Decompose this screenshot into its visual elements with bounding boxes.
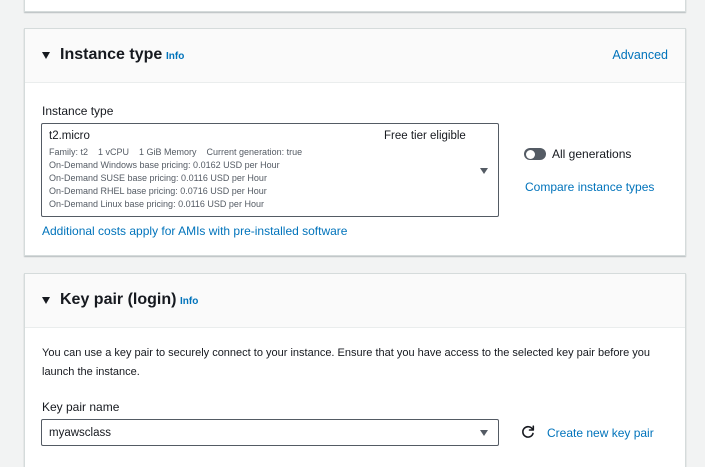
key-pair-panel: Key pair (login) Info You can use a key … bbox=[24, 273, 686, 467]
instance-type-field-label: Instance type bbox=[42, 104, 114, 118]
triangle-down-icon[interactable] bbox=[480, 168, 488, 174]
compare-instance-types-link[interactable]: Compare instance types bbox=[525, 180, 654, 194]
instance-type-header[interactable]: Instance type Info Advanced bbox=[25, 29, 685, 83]
free-tier-badge: Free tier eligible bbox=[384, 130, 466, 142]
caret-down-icon[interactable] bbox=[42, 52, 50, 59]
key-pair-select[interactable]: myawsclass bbox=[41, 419, 499, 446]
previous-section-panel bbox=[24, 0, 686, 12]
advanced-link[interactable]: Advanced bbox=[612, 48, 668, 62]
key-pair-field-label: Key pair name bbox=[42, 400, 120, 414]
create-key-pair-link[interactable]: Create new key pair bbox=[547, 426, 654, 440]
key-pair-description: You can use a key pair to securely conne… bbox=[42, 347, 651, 378]
all-generations-toggle[interactable] bbox=[524, 148, 546, 160]
instance-type-info-link[interactable]: Info bbox=[166, 51, 184, 62]
key-pair-title: Key pair (login) bbox=[60, 291, 177, 308]
key-pair-selected-value: myawsclass bbox=[49, 427, 111, 439]
instance-family-line: Family: t2 1 vCPU 1 GiB Memory Current g… bbox=[49, 147, 303, 157]
additional-costs-link[interactable]: Additional costs apply for AMIs with pre… bbox=[42, 224, 347, 238]
refresh-icon[interactable] bbox=[521, 425, 535, 439]
suse-pricing-line: On-Demand SUSE base pricing: 0.0116 USD … bbox=[49, 173, 267, 183]
linux-pricing-line: On-Demand Linux base pricing: 0.0116 USD… bbox=[49, 199, 264, 209]
key-pair-header[interactable]: Key pair (login) Info bbox=[25, 274, 685, 328]
all-generations-label: All generations bbox=[552, 147, 632, 161]
key-pair-info-link[interactable]: Info bbox=[180, 296, 198, 307]
instance-type-select[interactable]: t2.micro Free tier eligible Family: t2 1… bbox=[41, 123, 499, 217]
windows-pricing-line: On-Demand Windows base pricing: 0.0162 U… bbox=[49, 160, 280, 170]
toggle-knob bbox=[525, 149, 535, 159]
caret-down-icon[interactable] bbox=[42, 297, 50, 304]
instance-type-title: Instance type bbox=[60, 46, 163, 63]
rhel-pricing-line: On-Demand RHEL base pricing: 0.0716 USD … bbox=[49, 186, 267, 196]
triangle-down-icon[interactable] bbox=[480, 430, 488, 436]
instance-type-name: t2.micro bbox=[49, 130, 90, 142]
instance-type-panel: Instance type Info Advanced Instance typ… bbox=[24, 28, 686, 256]
